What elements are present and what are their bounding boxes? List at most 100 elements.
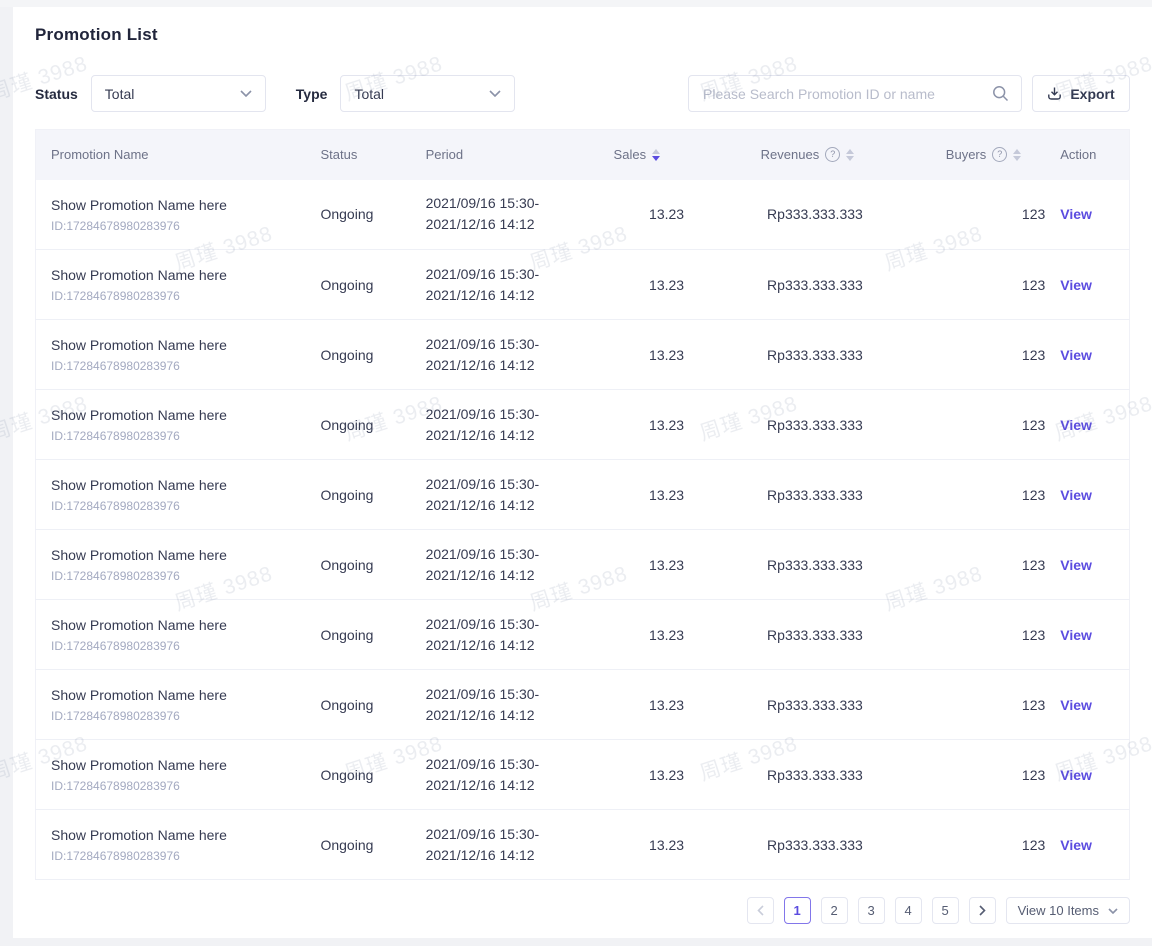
period-end: 2021/12/16 14:12 [426, 775, 569, 796]
sales-cell: 13.23 [569, 320, 684, 390]
period-start: 2021/09/16 15:30- [426, 193, 569, 214]
action-cell: View [1045, 390, 1129, 460]
buyers-cell: 123 [931, 600, 1045, 670]
sort-icon-buyers[interactable] [1013, 149, 1021, 161]
table-row: Show Promotion Name here ID:172846789802… [36, 460, 1130, 530]
view-link[interactable]: View [1060, 417, 1092, 433]
status-cell: Ongoing [305, 180, 410, 250]
page-button-3[interactable]: 3 [858, 897, 885, 924]
chevron-left-icon [757, 905, 764, 916]
table-row: Show Promotion Name here ID:172846789802… [36, 390, 1130, 460]
promotion-name-cell: Show Promotion Name here ID:172846789802… [36, 530, 306, 600]
status-cell: Ongoing [305, 250, 410, 320]
view-link[interactable]: View [1060, 347, 1092, 363]
search-input[interactable] [701, 85, 992, 103]
page-button-2[interactable]: 2 [821, 897, 848, 924]
period-end: 2021/12/16 14:12 [426, 214, 569, 235]
column-header-buyers[interactable]: Buyers ? [931, 130, 1045, 180]
promotion-name-cell: Show Promotion Name here ID:172846789802… [36, 250, 306, 320]
promotion-id: ID:17284678980283976 [51, 709, 305, 723]
period-end: 2021/12/16 14:12 [426, 635, 569, 656]
status-value: Ongoing [320, 347, 373, 363]
sales-cell: 13.23 [569, 810, 684, 880]
next-page-button[interactable] [969, 897, 996, 924]
revenues-cell: Rp333.333.333 [684, 390, 931, 460]
promotion-name-cell: Show Promotion Name here ID:172846789802… [36, 740, 306, 810]
period-end: 2021/12/16 14:12 [426, 495, 569, 516]
page-size-select[interactable]: View 10 Items [1006, 897, 1130, 924]
period-cell: 2021/09/16 15:30- 2021/12/16 14:12 [411, 530, 569, 600]
period-start: 2021/09/16 15:30- [426, 544, 569, 565]
buyers-cell: 123 [931, 740, 1045, 810]
search-box [688, 75, 1022, 112]
page-title: Promotion List [35, 25, 1130, 45]
view-link[interactable]: View [1060, 697, 1092, 713]
page-button-4[interactable]: 4 [895, 897, 922, 924]
promotion-name: Show Promotion Name here [51, 336, 305, 355]
search-icon[interactable] [992, 85, 1009, 102]
filter-bar: Status Total Type Total Export [35, 75, 1130, 112]
period-cell: 2021/09/16 15:30- 2021/12/16 14:12 [411, 600, 569, 670]
promotion-name: Show Promotion Name here [51, 826, 305, 845]
status-cell: Ongoing [305, 810, 410, 880]
pagination: 12345 View 10 Items [35, 897, 1130, 924]
buyers-cell: 123 [931, 320, 1045, 390]
period-end: 2021/12/16 14:12 [426, 425, 569, 446]
column-header-sales[interactable]: Sales [569, 130, 684, 180]
sort-icon-revenues[interactable] [846, 149, 854, 161]
view-link[interactable]: View [1060, 767, 1092, 783]
promotion-name: Show Promotion Name here [51, 266, 305, 285]
chevron-down-icon [489, 90, 501, 97]
promotion-id: ID:17284678980283976 [51, 499, 305, 513]
view-link[interactable]: View [1060, 487, 1092, 503]
action-cell: View [1045, 600, 1129, 670]
promotion-name: Show Promotion Name here [51, 406, 305, 425]
view-link[interactable]: View [1060, 627, 1092, 643]
revenues-cell: Rp333.333.333 [684, 250, 931, 320]
page-edge-top [0, 0, 1152, 7]
promotion-name-cell: Show Promotion Name here ID:172846789802… [36, 460, 306, 530]
revenues-cell: Rp333.333.333 [684, 320, 931, 390]
type-select[interactable]: Total [340, 75, 515, 112]
promotion-name: Show Promotion Name here [51, 616, 305, 635]
period-start: 2021/09/16 15:30- [426, 474, 569, 495]
column-header-revenues[interactable]: Revenues ? [684, 130, 931, 180]
view-link[interactable]: View [1060, 837, 1092, 853]
page-edge-bottom [0, 938, 1152, 946]
period-cell: 2021/09/16 15:30- 2021/12/16 14:12 [411, 670, 569, 740]
status-select[interactable]: Total [91, 75, 266, 112]
view-link[interactable]: View [1060, 206, 1092, 222]
view-link[interactable]: View [1060, 557, 1092, 573]
sort-icon-sales[interactable] [652, 149, 660, 161]
column-header-period: Period [411, 130, 569, 180]
buyers-cell: 123 [931, 670, 1045, 740]
action-cell: View [1045, 320, 1129, 390]
action-cell: View [1045, 670, 1129, 740]
prev-page-button[interactable] [747, 897, 774, 924]
revenues-cell: Rp333.333.333 [684, 180, 931, 250]
column-header-promotion-name: Promotion Name [36, 130, 306, 180]
promotion-name: Show Promotion Name here [51, 196, 305, 215]
status-value: Ongoing [320, 767, 373, 783]
export-button[interactable]: Export [1032, 75, 1130, 112]
table-row: Show Promotion Name here ID:172846789802… [36, 180, 1130, 250]
promotion-id: ID:17284678980283976 [51, 779, 305, 793]
page-button-1[interactable]: 1 [784, 897, 811, 924]
chevron-right-icon [979, 905, 986, 916]
revenues-cell: Rp333.333.333 [684, 530, 931, 600]
type-filter-label: Type [296, 86, 328, 102]
period-start: 2021/09/16 15:30- [426, 264, 569, 285]
view-link[interactable]: View [1060, 277, 1092, 293]
status-select-value: Total [105, 86, 135, 102]
question-icon[interactable]: ? [825, 147, 840, 162]
period-cell: 2021/09/16 15:30- 2021/12/16 14:12 [411, 250, 569, 320]
table-row: Show Promotion Name here ID:172846789802… [36, 530, 1130, 600]
promotion-id: ID:17284678980283976 [51, 429, 305, 443]
buyers-cell: 123 [931, 810, 1045, 880]
page-button-5[interactable]: 5 [932, 897, 959, 924]
action-cell: View [1045, 250, 1129, 320]
question-icon[interactable]: ? [992, 147, 1007, 162]
promotion-id: ID:17284678980283976 [51, 359, 305, 373]
period-start: 2021/09/16 15:30- [426, 684, 569, 705]
status-value: Ongoing [320, 697, 373, 713]
